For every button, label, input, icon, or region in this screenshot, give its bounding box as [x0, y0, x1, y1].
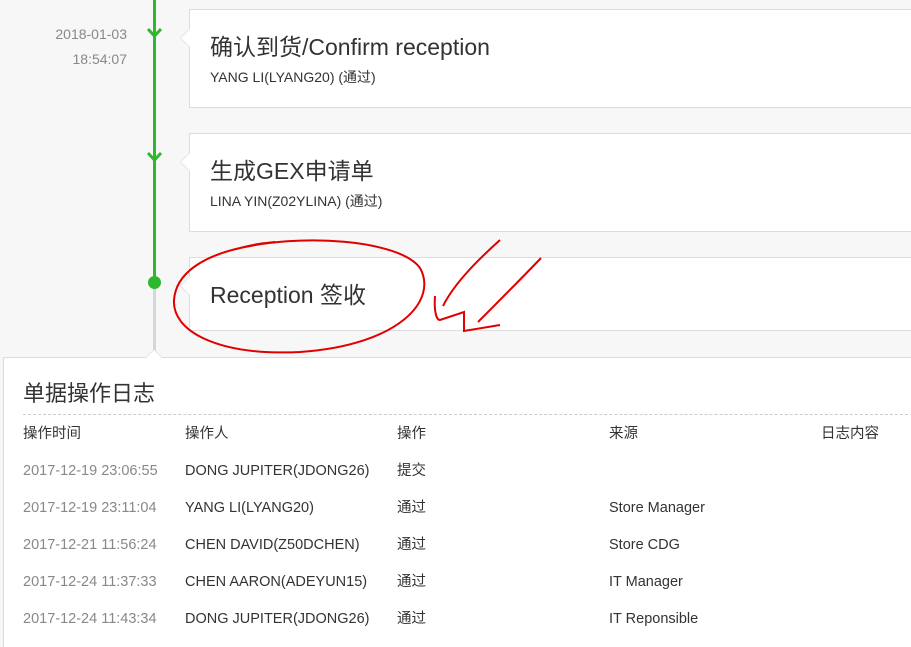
timeline-line-pending — [153, 283, 156, 353]
table-row: 2017-12-21 11:56:24 CHEN DAVID(Z50DCHEN)… — [4, 527, 911, 564]
row-action: 通过 — [397, 500, 426, 516]
log-table-header: 操作时间 操作人 操作 来源 日志内容 — [4, 416, 911, 453]
step-title: Reception 签收 — [210, 282, 366, 308]
log-divider — [23, 414, 911, 415]
row-time: 2017-12-21 11:56:24 — [23, 537, 157, 553]
step-title: 确认到货/Confirm reception — [210, 34, 490, 60]
approval-page: 2018-01-03 18:54:07 确认到货/Confirm recepti… — [0, 0, 911, 647]
row-time: 2017-12-19 23:06:55 — [23, 463, 158, 479]
timeline-step-card-current: Reception 签收 — [180, 257, 911, 331]
timeline-step-card: 生成GEX申请单 LINA YIN(Z02YLINA) (通过) — [180, 133, 911, 232]
chevron-down-icon — [146, 27, 163, 39]
header-operator: 操作人 — [185, 426, 229, 442]
step-date: 2018-01-03 — [55, 26, 127, 42]
operation-log-panel: 单据操作日志 操作时间 操作人 操作 来源 日志内容 2017-12-19 23… — [3, 349, 911, 647]
timeline-line-completed — [153, 0, 156, 283]
log-title: 单据操作日志 — [23, 381, 156, 406]
header-time: 操作时间 — [23, 426, 81, 442]
step-detail: LINA YIN(Z02YLINA) (通过) — [210, 193, 383, 209]
header-content: 日志内容 — [821, 426, 879, 442]
row-action: 通过 — [397, 537, 426, 553]
current-step-dot — [148, 276, 161, 289]
row-source: IT Reponsible — [609, 611, 699, 627]
table-row: 2017-12-19 23:11:04 YANG LI(LYANG20) 通过 … — [4, 490, 911, 527]
row-time: 2017-12-24 11:43:34 — [23, 611, 157, 627]
step-title: 生成GEX申请单 — [210, 158, 374, 184]
row-source: Store CDG — [609, 537, 680, 553]
row-source: Store Manager — [609, 500, 705, 516]
timeline-step-card: 确认到货/Confirm reception YANG LI(LYANG20) … — [180, 9, 911, 108]
row-operator: CHEN AARON(ADEYUN15) — [185, 574, 368, 590]
step-detail: YANG LI(LYANG20) (通过) — [210, 69, 376, 85]
row-operator: DONG JUPITER(JDONG26) — [185, 463, 370, 479]
row-time: 2017-12-24 11:37:33 — [23, 574, 157, 590]
row-source: IT Manager — [609, 574, 683, 590]
table-row: 2017-12-24 11:37:33 CHEN AARON(ADEYUN15)… — [4, 564, 911, 601]
step-time: 18:54:07 — [72, 51, 128, 67]
row-action: 通过 — [397, 574, 426, 590]
row-operator: CHEN DAVID(Z50DCHEN) — [185, 537, 360, 553]
row-action: 通过 — [397, 611, 426, 627]
row-operator: DONG JUPITER(JDONG26) — [185, 611, 370, 627]
table-row: 2017-12-24 11:43:34 DONG JUPITER(JDONG26… — [4, 601, 911, 638]
header-action: 操作 — [397, 426, 426, 442]
row-operator: YANG LI(LYANG20) — [185, 500, 314, 516]
header-source: 来源 — [609, 426, 638, 442]
table-row: 2017-12-19 23:06:55 DONG JUPITER(JDONG26… — [4, 453, 911, 490]
chevron-down-icon — [146, 151, 163, 163]
row-action: 提交 — [397, 463, 426, 479]
row-time: 2017-12-19 23:11:04 — [23, 500, 157, 516]
